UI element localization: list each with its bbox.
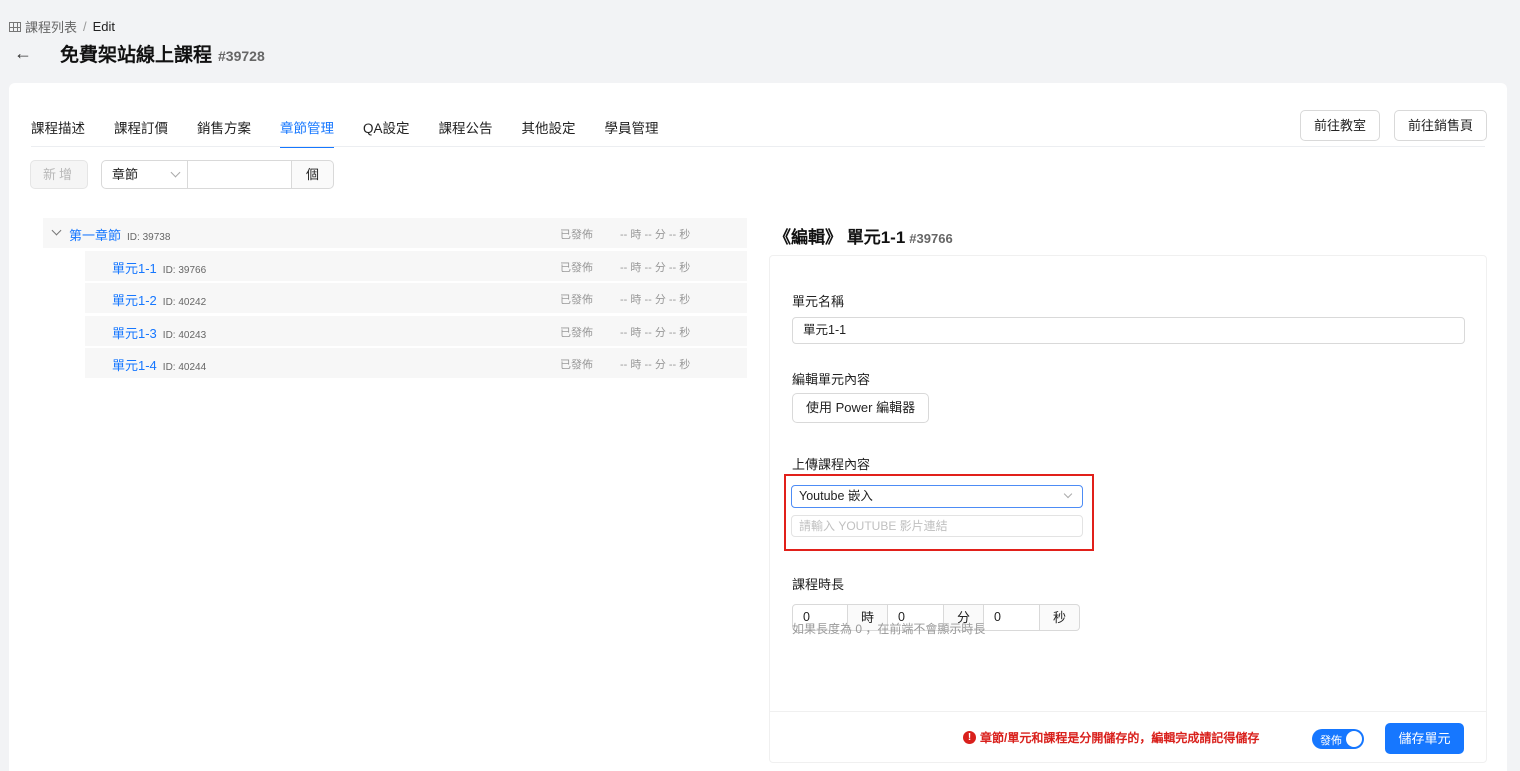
unit-status: 已發佈 [560, 326, 593, 339]
chevron-down-icon [170, 167, 181, 178]
add-count-input[interactable] [188, 160, 292, 189]
unit-title[interactable]: 單元1-3 [112, 326, 157, 341]
save-unit-button[interactable]: 儲存單元 [1385, 723, 1464, 754]
unit-label[interactable]: 單元1-2 ID: 40242 [112, 290, 206, 309]
unit-label[interactable]: 單元1-4 ID: 40244 [112, 355, 206, 374]
unit-duration: -- 時 -- 分 -- 秒 [620, 294, 691, 307]
publish-toggle-label: 發佈 [1320, 735, 1342, 747]
duration-label: 課程時長 [792, 577, 845, 592]
save-warning: ! 章節/單元和課程是分開儲存的，編輯完成請記得儲存 [963, 729, 1259, 746]
edit-heading-title: 《編輯》 單元1-1 [774, 228, 906, 247]
unit-duration: -- 時 -- 分 -- 秒 [620, 359, 691, 372]
tab-qa[interactable]: QA設定 [363, 109, 410, 147]
upload-content-label: 上傳課程內容 [792, 457, 871, 472]
tree-unit-row[interactable]: 單元1-1 ID: 39766 已發佈 -- 時 -- 分 -- 秒 [85, 250, 747, 281]
unit-title[interactable]: 單元1-1 [112, 261, 157, 276]
tabs-divider [31, 146, 1485, 147]
unit-edit-panel: 單元名稱 單元1-1 編輯單元內容 使用 Power 編輯器 上傳課程內容 Yo… [769, 255, 1487, 763]
table-icon [9, 21, 21, 32]
chapter-title[interactable]: 第一章節 [69, 228, 121, 243]
chapter-duration: -- 時 -- 分 -- 秒 [620, 229, 691, 241]
save-warning-text: 章節/單元和課程是分開儲存的，編輯完成請記得儲存 [980, 731, 1260, 745]
upload-type-select[interactable]: Youtube 嵌入 [791, 485, 1083, 508]
course-id: #39728 [218, 48, 265, 64]
edit-footer: ! 章節/單元和課程是分開儲存的，編輯完成請記得儲存 發佈 儲存單元 [769, 711, 1487, 763]
main-card: 課程描述 課程訂價 銷售方案 章節管理 QA設定 課程公告 其他設定 學員管理 … [9, 83, 1507, 771]
add-type-value: 章節 [112, 167, 139, 182]
unit-id: ID: 40242 [162, 297, 207, 309]
tree-unit-row[interactable]: 單元1-3 ID: 40243 已發佈 -- 時 -- 分 -- 秒 [85, 315, 747, 346]
chevron-down-icon [1063, 489, 1073, 499]
chapter-label[interactable]: 第一章節 ID: 39738 [69, 225, 170, 244]
unit-id: ID: 39766 [162, 264, 207, 276]
chevron-down-icon[interactable] [51, 225, 62, 236]
unit-id: ID: 40244 [162, 362, 207, 374]
add-button[interactable]: 新增 [30, 160, 88, 189]
unit-status: 已發佈 [560, 359, 593, 372]
tab-students[interactable]: 學員管理 [605, 109, 659, 147]
tab-other-settings[interactable]: 其他設定 [522, 109, 576, 147]
tab-bar: 課程描述 課程訂價 銷售方案 章節管理 QA設定 課程公告 其他設定 學員管理 [31, 109, 688, 148]
unit-name-input[interactable]: 單元1-1 [792, 317, 1465, 344]
tab-chapters[interactable]: 章節管理 [280, 109, 334, 148]
breadcrumb-separator: / [83, 19, 87, 34]
unit-status: 已發佈 [560, 294, 593, 307]
tab-pricing[interactable]: 課程訂價 [114, 109, 168, 147]
upload-type-value: Youtube 嵌入 [799, 489, 873, 503]
chapter-id: ID: 39738 [127, 232, 171, 243]
toggle-knob [1346, 731, 1362, 747]
unit-duration: -- 時 -- 分 -- 秒 [620, 261, 691, 274]
exclamation-circle-icon: ! [963, 731, 976, 744]
tab-description[interactable]: 課程描述 [31, 109, 85, 147]
go-sales-page-button[interactable]: 前往銷售頁 [1394, 110, 1488, 141]
add-count-group: 章節 個 [101, 160, 334, 189]
go-classroom-button[interactable]: 前往教室 [1300, 110, 1381, 141]
add-type-select[interactable]: 章節 [101, 160, 188, 189]
page-title: 免費架站線上課程 [60, 45, 213, 66]
breadcrumb-root[interactable]: 課程列表 [9, 17, 77, 36]
duration-hint: 如果長度為 0 ，在前端不會顯示時長 [792, 622, 986, 636]
power-editor-button[interactable]: 使用 Power 編輯器 [792, 393, 930, 423]
unit-label[interactable]: 單元1-3 ID: 40243 [112, 323, 206, 342]
breadcrumb-current: Edit [92, 19, 116, 34]
title-row: ← 免費架站線上課程 #39728 [14, 40, 265, 67]
tab-sales-plan[interactable]: 銷售方案 [197, 109, 251, 147]
unit-content-label: 編輯單元內容 [792, 372, 871, 387]
youtube-url-input[interactable]: 請輸入 YOUTUBE 影片連結 [791, 515, 1083, 537]
unit-title[interactable]: 單元1-2 [112, 293, 157, 308]
publish-toggle[interactable]: 發佈 [1312, 729, 1364, 749]
breadcrumb-root-label[interactable]: 課程列表 [25, 17, 77, 36]
edit-heading: 《編輯》 單元1-1 #39766 [774, 223, 953, 248]
unit-status: 已發佈 [560, 261, 593, 274]
chapter-status: 已發佈 [560, 229, 593, 241]
unit-label[interactable]: 單元1-1 ID: 39766 [112, 258, 206, 277]
tree-unit-row[interactable]: 單元1-2 ID: 40242 已發佈 -- 時 -- 分 -- 秒 [85, 283, 747, 314]
chapter-tree: 第一章節 ID: 39738 已發佈 -- 時 -- 分 -- 秒 單元1-1 ID… [43, 218, 747, 381]
unit-id: ID: 40243 [162, 329, 207, 341]
tab-announcements[interactable]: 課程公告 [439, 109, 493, 147]
arrow-left-icon[interactable]: ← [14, 43, 32, 64]
seconds-input[interactable]: 0 [984, 604, 1040, 631]
add-count-suffix: 個 [292, 160, 334, 189]
breadcrumb: 課程列表 / Edit [9, 17, 115, 36]
unit-title[interactable]: 單元1-4 [112, 358, 157, 373]
edit-heading-id: #39766 [909, 231, 953, 246]
unit-name-label: 單元名稱 [792, 294, 845, 309]
tree-unit-row[interactable]: 單元1-4 ID: 40244 已發佈 -- 時 -- 分 -- 秒 [85, 348, 747, 379]
seconds-unit: 秒 [1040, 604, 1080, 631]
unit-duration: -- 時 -- 分 -- 秒 [620, 326, 691, 339]
tree-chapter-row[interactable]: 第一章節 ID: 39738 已發佈 -- 時 -- 分 -- 秒 [43, 218, 747, 248]
